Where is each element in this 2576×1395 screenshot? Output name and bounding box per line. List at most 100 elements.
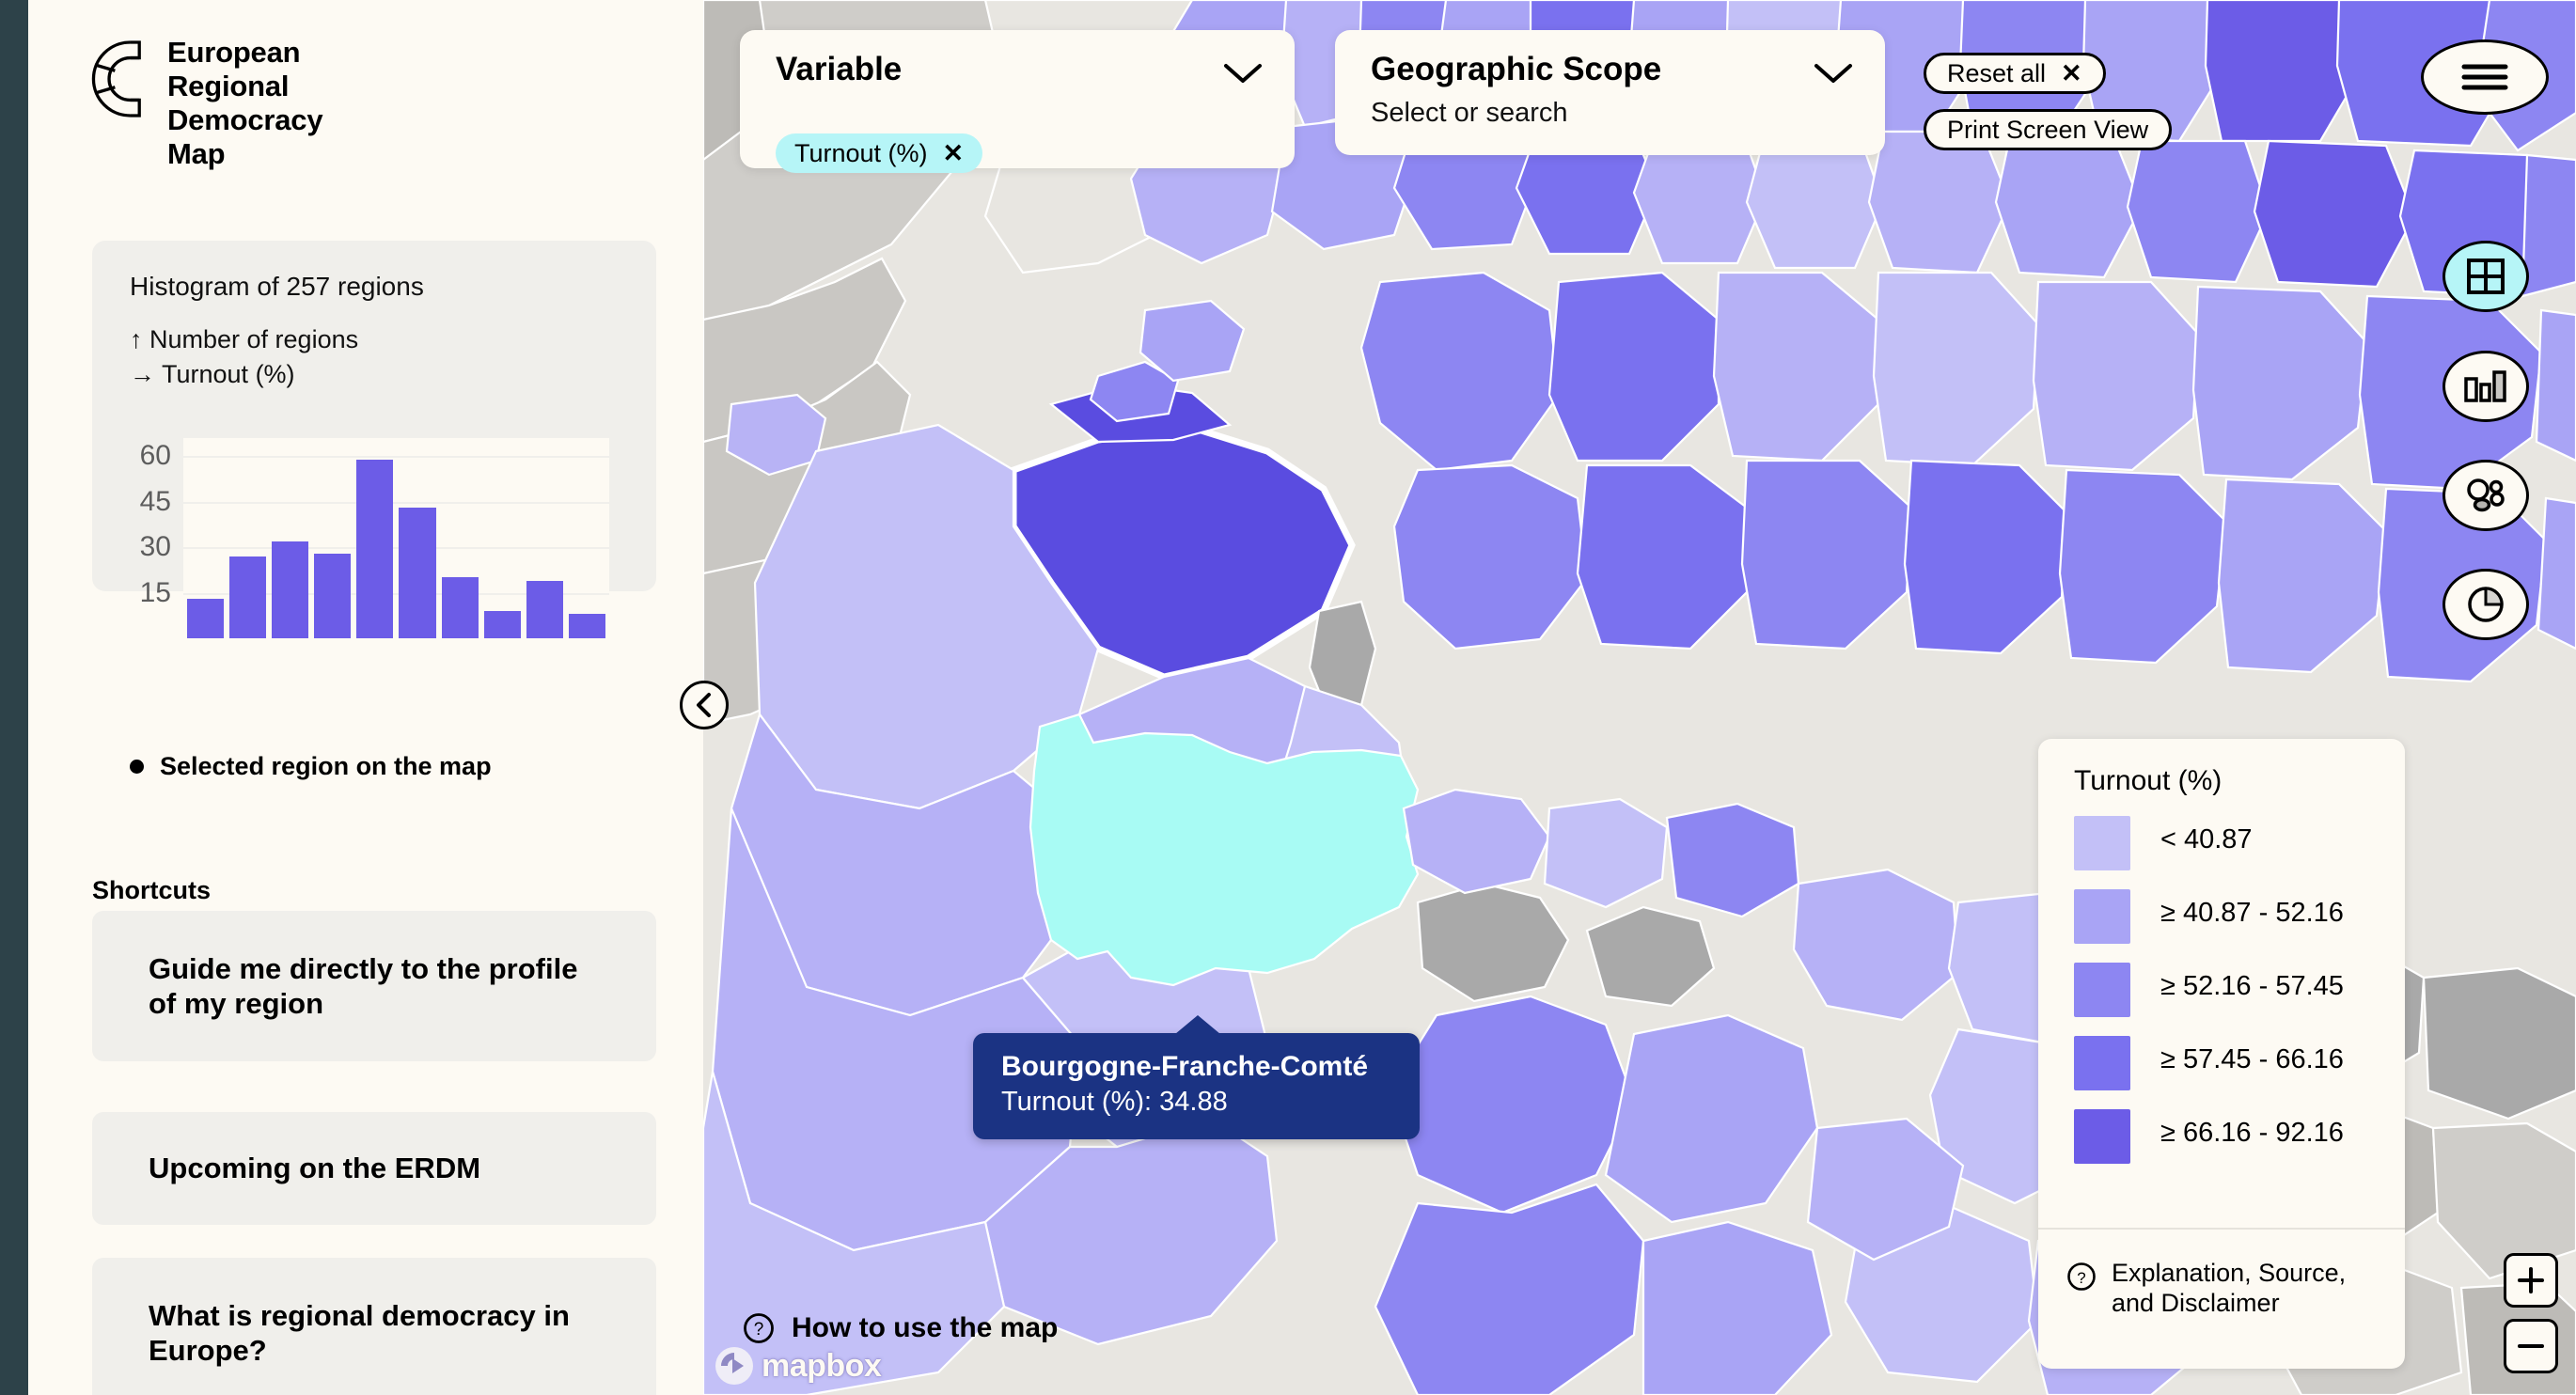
legend-title: Turnout (%) xyxy=(2074,765,2223,796)
variable-chip-label: Turnout (%) xyxy=(794,138,928,167)
histogram-bar xyxy=(314,553,352,638)
legend-divider xyxy=(2038,1228,2405,1230)
scope-panel-title: Geographic Scope xyxy=(1371,51,1662,87)
legend-item: ≥ 40.87 - 52.16 xyxy=(2074,889,2375,944)
question-circle-icon: ? xyxy=(744,1313,774,1343)
legend-items: < 40.87 ≥ 40.87 - 52.16 ≥ 52.16 - 57.45 ≥ 5… xyxy=(2074,816,2375,1183)
bar-chart-icon xyxy=(2464,370,2506,402)
sidebar-collapse-button[interactable] xyxy=(680,681,729,729)
legend-item-label: ≥ 57.45 - 66.16 xyxy=(2160,1044,2344,1074)
shortcut-what-is-regional-democracy[interactable]: What is regional democracy in Europe? xyxy=(92,1258,656,1395)
histogram-chart: 60 45 30 15 xyxy=(92,431,656,666)
view-button-bar-chart[interactable] xyxy=(2442,351,2529,422)
brand-line-2: Regional xyxy=(167,69,290,102)
tooltip-pointer-icon xyxy=(1175,1015,1220,1034)
histogram-bar xyxy=(399,508,436,638)
hamburger-menu-button[interactable] xyxy=(2421,39,2549,115)
view-button-map[interactable] xyxy=(2442,241,2529,312)
brand-line-3: Democracy xyxy=(167,102,323,136)
histogram-bar xyxy=(526,580,563,638)
question-circle-icon: ? xyxy=(2067,1262,2096,1291)
variable-panel[interactable]: Variable Turnout (%) ✕ xyxy=(740,30,1295,173)
shortcut-upcoming-erdm[interactable]: Upcoming on the ERDM xyxy=(92,1112,656,1225)
legend-swatch xyxy=(2074,1036,2130,1090)
histogram-y-note: ↑ Number of regions xyxy=(130,325,359,353)
histogram-bar xyxy=(187,599,225,638)
legend-item-label: ≥ 66.16 - 92.16 xyxy=(2160,1118,2344,1148)
legend-item: ≥ 52.16 - 57.45 xyxy=(2074,963,2375,1017)
legend-item: ≥ 66.16 - 92.16 xyxy=(2074,1109,2375,1164)
chevron-left-icon xyxy=(697,693,711,717)
shortcut-guide-to-profile[interactable]: Guide me directly to the profile of my r… xyxy=(92,911,656,1061)
app-root: .rg { stroke:#ffffff; stroke-width:2.2; … xyxy=(0,0,2576,1395)
reset-all-label: Reset all xyxy=(1947,58,2047,87)
close-x-icon[interactable]: ✕ xyxy=(2061,59,2082,88)
histogram-y-tick: 30 xyxy=(139,531,171,563)
reset-all-button[interactable]: Reset all ✕ xyxy=(1924,53,2106,94)
legend-item: ≥ 57.45 - 66.16 xyxy=(2074,1036,2375,1090)
mapbox-attribution[interactable]: mapbox xyxy=(715,1346,882,1386)
chevron-down-icon[interactable] xyxy=(1814,62,1853,85)
histogram-y-tick: 45 xyxy=(139,485,171,517)
hamburger-menu-icon xyxy=(2461,64,2508,90)
pie-chart-icon xyxy=(2468,587,2504,622)
map-zoom-out-button[interactable] xyxy=(2504,1319,2558,1373)
view-button-pie-chart[interactable] xyxy=(2442,569,2529,640)
close-x-icon[interactable]: ✕ xyxy=(943,140,965,166)
scope-panel-placeholder[interactable]: Select or search xyxy=(1371,98,1568,129)
histogram-bar xyxy=(568,614,605,638)
sidebar: European Regional Democracy Map Histogra… xyxy=(28,0,703,1395)
left-rail xyxy=(0,0,28,1395)
histogram-selected-legend: Selected region on the map xyxy=(130,752,492,781)
brand-line-1: European xyxy=(167,36,301,69)
tooltip-region-value: Turnout (%): 34.88 xyxy=(1001,1087,1228,1117)
plus-icon xyxy=(2518,1267,2544,1293)
print-screen-view-button[interactable]: Print Screen View xyxy=(1924,109,2173,150)
histogram-y-tick: 15 xyxy=(139,576,171,608)
grid-map-icon xyxy=(2467,259,2505,294)
svg-text:?: ? xyxy=(754,1320,764,1340)
histogram-bar xyxy=(272,541,309,638)
how-to-use-map-link[interactable]: ? How to use the map xyxy=(743,1312,1058,1344)
geographic-scope-panel[interactable]: Geographic Scope Select or search xyxy=(1335,30,1885,155)
selected-region-dot-icon xyxy=(130,760,144,774)
histogram-bars xyxy=(183,438,609,638)
shortcuts-heading: Shortcuts xyxy=(92,876,212,904)
selected-region-legend-label: Selected region on the map xyxy=(160,752,492,780)
mapbox-logo-icon xyxy=(715,1347,753,1385)
brand[interactable]: European Regional Democracy Map xyxy=(73,36,323,171)
variable-chip-turnout[interactable]: Turnout (%) ✕ xyxy=(776,133,983,173)
view-button-bubble-chart[interactable] xyxy=(2442,460,2529,531)
legend-swatch xyxy=(2074,816,2130,870)
histogram-plot-area xyxy=(183,438,609,638)
histogram-title: Histogram of 257 regions xyxy=(130,272,424,301)
chevron-down-icon[interactable] xyxy=(1223,62,1263,85)
minus-icon xyxy=(2518,1344,2544,1348)
map-region-tooltip: Bourgogne-Franche-Comté Turnout (%): 34.… xyxy=(973,1015,1420,1139)
legend-footer-label: Explanation, Source, and Disclaimer xyxy=(2112,1259,2347,1318)
how-to-use-map-label: How to use the map xyxy=(792,1312,1059,1343)
erdm-arc-logo-icon xyxy=(91,40,141,118)
shortcut-label: What is regional democracy in Europe? xyxy=(149,1298,570,1367)
variable-panel-title: Variable xyxy=(776,51,903,87)
mapbox-wordmark: mapbox xyxy=(762,1347,882,1384)
map-legend: Turnout (%) < 40.87 ≥ 40.87 - 52.16 ≥ 52.1… xyxy=(2038,739,2405,1369)
brand-line-4: Map xyxy=(167,136,226,170)
legend-item-label: ≥ 52.16 - 57.45 xyxy=(2160,971,2344,1001)
histogram-x-note: → Turnout (%) xyxy=(130,360,295,389)
histogram-bar xyxy=(441,577,479,638)
bubble-chart-icon xyxy=(2467,478,2505,512)
legend-swatch xyxy=(2074,889,2130,944)
legend-swatch xyxy=(2074,1109,2130,1164)
legend-item-label: < 40.87 xyxy=(2160,824,2253,854)
histogram-y-tick: 60 xyxy=(139,440,171,472)
legend-swatch xyxy=(2074,963,2130,1017)
histogram-bar xyxy=(356,459,394,638)
histogram-y-axis: 60 45 30 15 xyxy=(92,438,171,638)
map-zoom-in-button[interactable] xyxy=(2504,1253,2558,1308)
print-screen-view-label: Print Screen View xyxy=(1947,115,2149,144)
histogram-bar xyxy=(229,556,267,638)
legend-explanation-link[interactable]: ? Explanation, Source, and Disclaimer xyxy=(2066,1258,2386,1319)
svg-text:?: ? xyxy=(2077,1269,2085,1287)
histogram-axis-notes: ↑ Number of regions → Turnout (%) xyxy=(130,322,358,393)
